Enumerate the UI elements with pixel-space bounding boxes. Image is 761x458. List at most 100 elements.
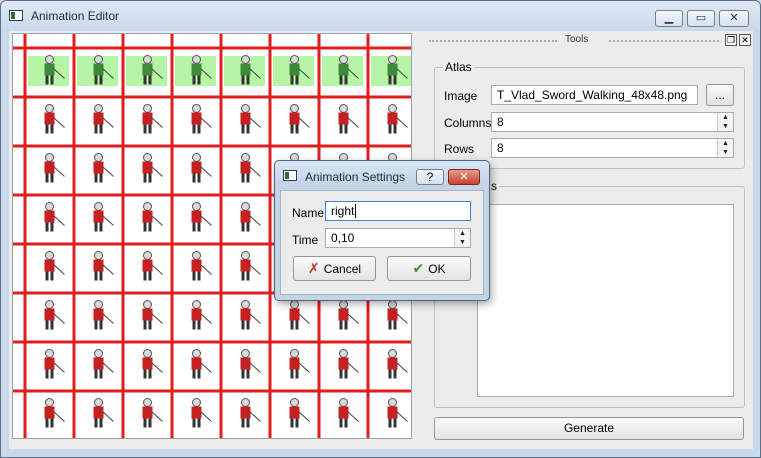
sprite-frame[interactable]	[93, 202, 114, 232]
sprite-frame[interactable]	[240, 153, 261, 183]
sprite-frame[interactable]	[93, 153, 114, 183]
sprite-frame[interactable]	[142, 251, 163, 281]
sprite-part	[240, 308, 251, 321]
sprite-part	[192, 271, 196, 281]
spin-up-icon[interactable]: ▲	[455, 229, 470, 238]
sprite-frame[interactable]	[387, 104, 408, 134]
sprite-part	[93, 63, 104, 76]
columns-spinbox[interactable]: 8 ▲ ▼	[491, 112, 734, 132]
sprite-part	[94, 222, 98, 232]
generate-button[interactable]: Generate	[434, 417, 744, 440]
sprite-frame[interactable]	[142, 153, 163, 183]
spin-down-icon[interactable]: ▼	[718, 122, 733, 131]
sprite-frame[interactable]	[191, 104, 212, 134]
dock-grip-right[interactable]	[609, 40, 719, 44]
sprite-frame[interactable]	[142, 349, 163, 379]
sprite-frame[interactable]	[191, 398, 212, 428]
sprite-part	[290, 124, 294, 134]
sprite-frame[interactable]	[240, 349, 261, 379]
sprite-frame[interactable]	[93, 104, 114, 134]
spin-up-icon[interactable]: ▲	[718, 139, 733, 148]
sprite-frame[interactable]	[44, 349, 65, 379]
sprite-frame[interactable]	[338, 300, 359, 330]
sprite-part	[99, 418, 103, 428]
sprite-frame[interactable]	[289, 349, 310, 379]
dock-grip[interactable]	[429, 40, 557, 44]
sprite-frame[interactable]	[44, 398, 65, 428]
sprite-frame[interactable]	[44, 153, 65, 183]
sprite-part	[388, 55, 397, 64]
dock-float-button[interactable]: ❐	[725, 34, 737, 46]
sprite-frame[interactable]	[93, 398, 114, 428]
sprite-frame[interactable]	[240, 398, 261, 428]
spin-down-icon[interactable]: ▼	[718, 148, 733, 157]
sprite-frame[interactable]	[142, 202, 163, 232]
sprite-frame[interactable]	[142, 398, 163, 428]
sprite-part	[388, 369, 392, 379]
sprite-frame[interactable]	[289, 300, 310, 330]
sprite-frame[interactable]	[240, 300, 261, 330]
sprite-frame[interactable]	[387, 300, 408, 330]
sprite-frame[interactable]	[93, 300, 114, 330]
ok-button[interactable]: ✔ OK	[387, 256, 471, 281]
sprite-frame[interactable]	[93, 349, 114, 379]
sprite-frame[interactable]	[240, 104, 261, 134]
sprite-frame[interactable]	[93, 251, 114, 281]
browse-button[interactable]: ...	[706, 84, 734, 106]
sprite-frame[interactable]	[338, 349, 359, 379]
spin-down-icon[interactable]: ▼	[455, 238, 470, 247]
sprite-frame[interactable]	[191, 300, 212, 330]
sprite-frame[interactable]	[240, 251, 261, 281]
cancel-button[interactable]: ✗ Cancel	[293, 256, 376, 281]
sprite-part	[387, 357, 398, 370]
sprite-part	[192, 75, 196, 85]
sprite-frame[interactable]	[191, 349, 212, 379]
sprite-part	[246, 75, 250, 85]
sprite-part	[143, 104, 152, 113]
sprite-part	[102, 411, 114, 422]
name-field[interactable]: right	[325, 201, 471, 221]
sprite-frame[interactable]	[191, 251, 212, 281]
columns-stepper[interactable]: ▲ ▼	[717, 113, 733, 131]
sprite-frame[interactable]	[191, 202, 212, 232]
sprite-frame[interactable]	[387, 349, 408, 379]
sprite-frame[interactable]	[387, 398, 408, 428]
sprite-part	[344, 369, 348, 379]
sprite-frame[interactable]	[142, 300, 163, 330]
sprite-frame[interactable]	[338, 104, 359, 134]
sprite-part	[240, 63, 251, 76]
help-button[interactable]: ?	[416, 169, 444, 185]
time-stepper[interactable]: ▲ ▼	[454, 229, 470, 247]
close-button[interactable]: ✕	[719, 10, 749, 27]
sprite-part	[53, 411, 65, 422]
close-icon: ✕	[741, 35, 749, 45]
sprite-frame[interactable]	[142, 104, 163, 134]
image-label: Image	[444, 89, 478, 103]
animations-list[interactable]	[477, 204, 734, 397]
rows-stepper[interactable]: ▲ ▼	[717, 139, 733, 157]
sprite-frame[interactable]	[44, 104, 65, 134]
animation-settings-dialog: Animation Settings ? ✕ Name right Time 0…	[274, 160, 490, 301]
sprite-frame[interactable]	[289, 104, 310, 134]
dialog-close-button[interactable]: ✕	[448, 169, 480, 185]
sprite-part	[192, 369, 196, 379]
minimize-button[interactable]: ▁	[655, 10, 683, 27]
sprite-part	[192, 153, 201, 162]
maximize-button[interactable]: ▭	[687, 10, 715, 27]
sprite-frame[interactable]	[191, 153, 212, 183]
image-field[interactable]: T_Vlad_Sword_Walking_48x48.png	[491, 85, 698, 105]
sprite-part	[192, 55, 201, 64]
spin-up-icon[interactable]: ▲	[718, 113, 733, 122]
rows-spinbox[interactable]: 8 ▲ ▼	[491, 138, 734, 158]
sprite-frame[interactable]	[338, 398, 359, 428]
dock-close-button[interactable]: ✕	[739, 34, 751, 46]
sprite-frame[interactable]	[44, 300, 65, 330]
sprite-part	[45, 271, 49, 281]
time-spinbox[interactable]: 0,10 ▲ ▼	[325, 228, 471, 248]
sprite-frame[interactable]	[289, 398, 310, 428]
sprite-part	[143, 153, 152, 162]
sprite-part	[44, 210, 55, 223]
sprite-frame[interactable]	[44, 202, 65, 232]
sprite-frame[interactable]	[240, 202, 261, 232]
sprite-frame[interactable]	[44, 251, 65, 281]
